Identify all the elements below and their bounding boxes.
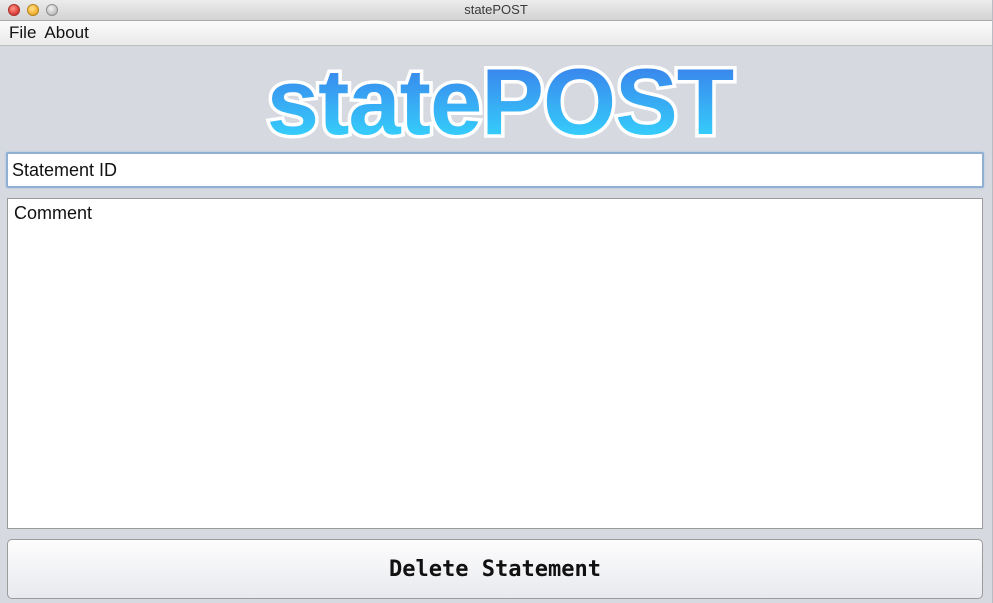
statement-id-input[interactable] — [6, 152, 984, 188]
title-bar[interactable]: statePOST — [0, 0, 992, 21]
window-title: statePOST — [464, 2, 528, 17]
logo-text: statePOST — [267, 49, 734, 148]
menu-bar: File About — [0, 21, 992, 46]
logo-text-post: POST — [481, 49, 734, 148]
menu-about[interactable]: About — [44, 23, 88, 43]
app-logo: statePOST — [263, 48, 738, 148]
logo-text-state: state — [267, 49, 481, 148]
comment-textarea[interactable]: Comment — [7, 198, 983, 529]
app-window: statePOST File About statePOST Comment D… — [0, 0, 993, 603]
delete-statement-label: Delete Statement — [389, 556, 601, 582]
delete-statement-button[interactable]: Delete Statement — [7, 539, 983, 599]
menu-file[interactable]: File — [9, 23, 36, 43]
